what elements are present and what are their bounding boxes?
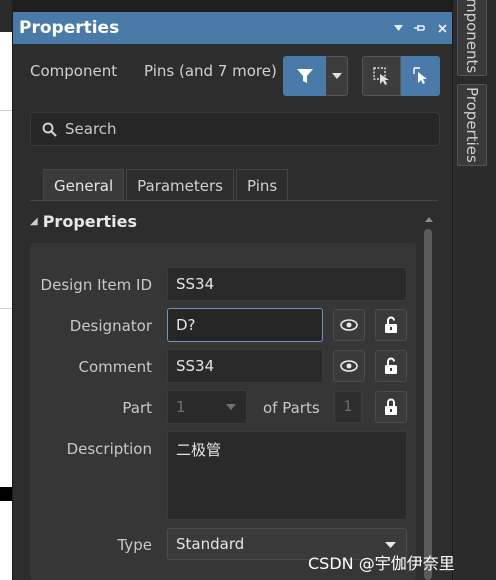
tab-divider	[30, 200, 438, 201]
filter-summary-text[interactable]: Pins (and 7 more)	[144, 62, 277, 80]
part-lock-button[interactable]	[375, 391, 407, 423]
side-tab-components-label: mponents	[463, 0, 481, 74]
panel-menu-icon[interactable]	[387, 17, 409, 39]
scroll-thumb[interactable]	[424, 229, 432, 580]
description-label: Description	[66, 440, 152, 458]
tab-general[interactable]: General	[43, 169, 125, 201]
filter-control	[283, 56, 348, 96]
part-label: Part	[122, 399, 152, 417]
tab-parameters[interactable]: Parameters	[126, 169, 234, 201]
component-label: Component	[30, 62, 118, 80]
properties-body: Design Item ID SS34 Designator D? Commen…	[30, 243, 416, 580]
comment-value: SS34	[176, 357, 215, 375]
of-parts-label: of Parts	[263, 399, 320, 417]
type-value: Standard	[176, 535, 245, 553]
canvas-black-mark	[0, 487, 12, 501]
component-filter-row: Component Pins (and 7 more)	[13, 44, 453, 100]
select-cursor-icon	[412, 67, 427, 84]
selection-mode-group	[362, 56, 440, 96]
tab-pins[interactable]: Pins	[235, 169, 289, 201]
panel-title: Properties	[19, 18, 120, 38]
unlock-icon	[385, 316, 397, 333]
side-tab-properties-label: Properties	[463, 87, 481, 163]
properties-section-header[interactable]: ◢ Properties	[30, 212, 137, 231]
section-title: Properties	[42, 212, 138, 231]
designator-value: D?	[176, 316, 196, 334]
part-select[interactable]: 1	[167, 390, 247, 424]
comment-label: Comment	[78, 358, 153, 376]
comment-visibility-button[interactable]	[333, 350, 365, 382]
chevron-down-icon	[385, 542, 396, 548]
unlock-icon	[385, 357, 397, 374]
canvas-toolbar-edge	[0, 0, 12, 32]
designator-lock-button[interactable]	[375, 309, 407, 341]
select-mode-button[interactable]	[362, 56, 401, 96]
select-mode-active-button[interactable]	[401, 56, 440, 96]
collapse-triangle-icon: ◢	[30, 216, 38, 227]
filter-button[interactable]	[283, 56, 326, 96]
side-tab-properties[interactable]: Properties	[457, 84, 487, 166]
comment-field[interactable]: SS34	[167, 349, 323, 383]
side-tab-strip: mponents Properties	[452, 0, 496, 580]
panel-titlebar[interactable]: Properties	[13, 12, 453, 44]
pin-icon[interactable]	[409, 17, 431, 39]
canvas-divider	[0, 308, 12, 309]
part-value: 1	[176, 398, 186, 416]
description-textarea[interactable]: 二极管	[167, 431, 407, 520]
of-parts-value: 1	[334, 391, 362, 423]
design-item-id-value: SS34	[176, 275, 215, 293]
properties-panel: Properties Component Pins (and 7 more) S…	[12, 12, 453, 580]
scroll-up-arrow-icon[interactable]	[425, 217, 433, 222]
comment-lock-button[interactable]	[375, 350, 407, 382]
chevron-down-icon	[331, 73, 342, 79]
chevron-down-icon	[226, 404, 236, 410]
scrollbar[interactable]	[422, 217, 434, 580]
lock-icon	[385, 398, 397, 415]
designator-label: Designator	[69, 317, 152, 335]
tab-bar: General Parameters Pins	[43, 169, 290, 201]
canvas-divider	[0, 110, 12, 111]
filter-dropdown-button[interactable]	[326, 56, 348, 96]
eye-icon	[340, 319, 358, 331]
designator-field[interactable]: D?	[167, 308, 323, 342]
close-icon[interactable]	[431, 17, 453, 39]
funnel-icon	[296, 69, 313, 83]
type-label: Type	[117, 536, 152, 554]
watermark-text: CSDN @宇伽伊奈里	[308, 554, 455, 573]
search-field[interactable]: Search	[30, 112, 440, 146]
search-icon	[42, 122, 57, 137]
design-item-id-label: Design Item ID	[40, 276, 152, 294]
select-cursor-box-icon	[372, 67, 389, 85]
document-canvas-edge	[0, 0, 12, 580]
eye-icon	[340, 360, 358, 372]
search-placeholder: Search	[65, 120, 117, 138]
designator-visibility-button[interactable]	[333, 309, 365, 341]
description-value: 二极管	[176, 441, 222, 459]
design-item-id-field[interactable]: SS34	[167, 267, 407, 301]
side-tab-components[interactable]: mponents	[457, 0, 487, 76]
